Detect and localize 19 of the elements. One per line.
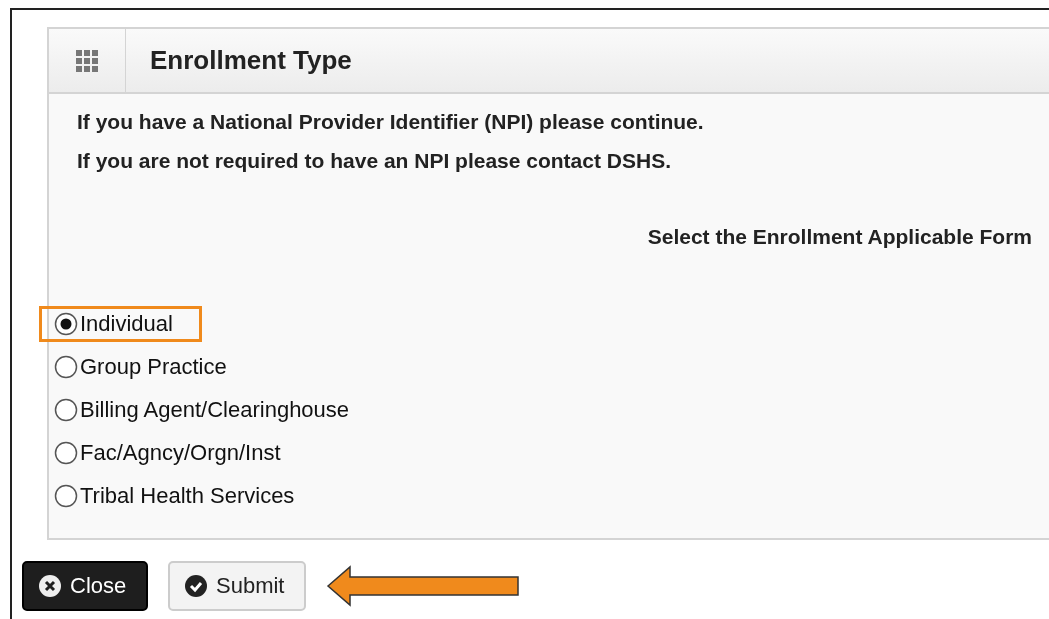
radio-option[interactable]: Fac/Agncy/Orgn/Inst (54, 440, 281, 466)
info-text: If you have a National Provider Identifier (NPI) please continue. (77, 110, 705, 134)
panel-title: Enrollment Type (149, 45, 352, 76)
radio-icon (54, 398, 78, 422)
radio-option[interactable]: Billing Agent/Clearinghouse (54, 397, 350, 423)
grid-icon (76, 49, 98, 72)
prompt-text: Select the Enrollment Applicable Form (647, 225, 1032, 249)
check-icon (184, 574, 208, 598)
submit-button[interactable]: Submit (168, 561, 306, 611)
radio-option[interactable]: Group Practice (54, 354, 227, 380)
radio-option[interactable]: Tribal Health Services (54, 483, 295, 509)
highlighted-radio-option[interactable]: Individual (42, 309, 199, 339)
radio-icon (54, 312, 78, 336)
close-icon (38, 574, 62, 598)
info-text: If you are not required to have an NPI please contact DSHS. (77, 149, 672, 173)
radio-icon (54, 355, 78, 379)
close-button[interactable]: Close (22, 561, 148, 611)
radio-icon (54, 484, 78, 508)
radio-icon (54, 441, 78, 465)
